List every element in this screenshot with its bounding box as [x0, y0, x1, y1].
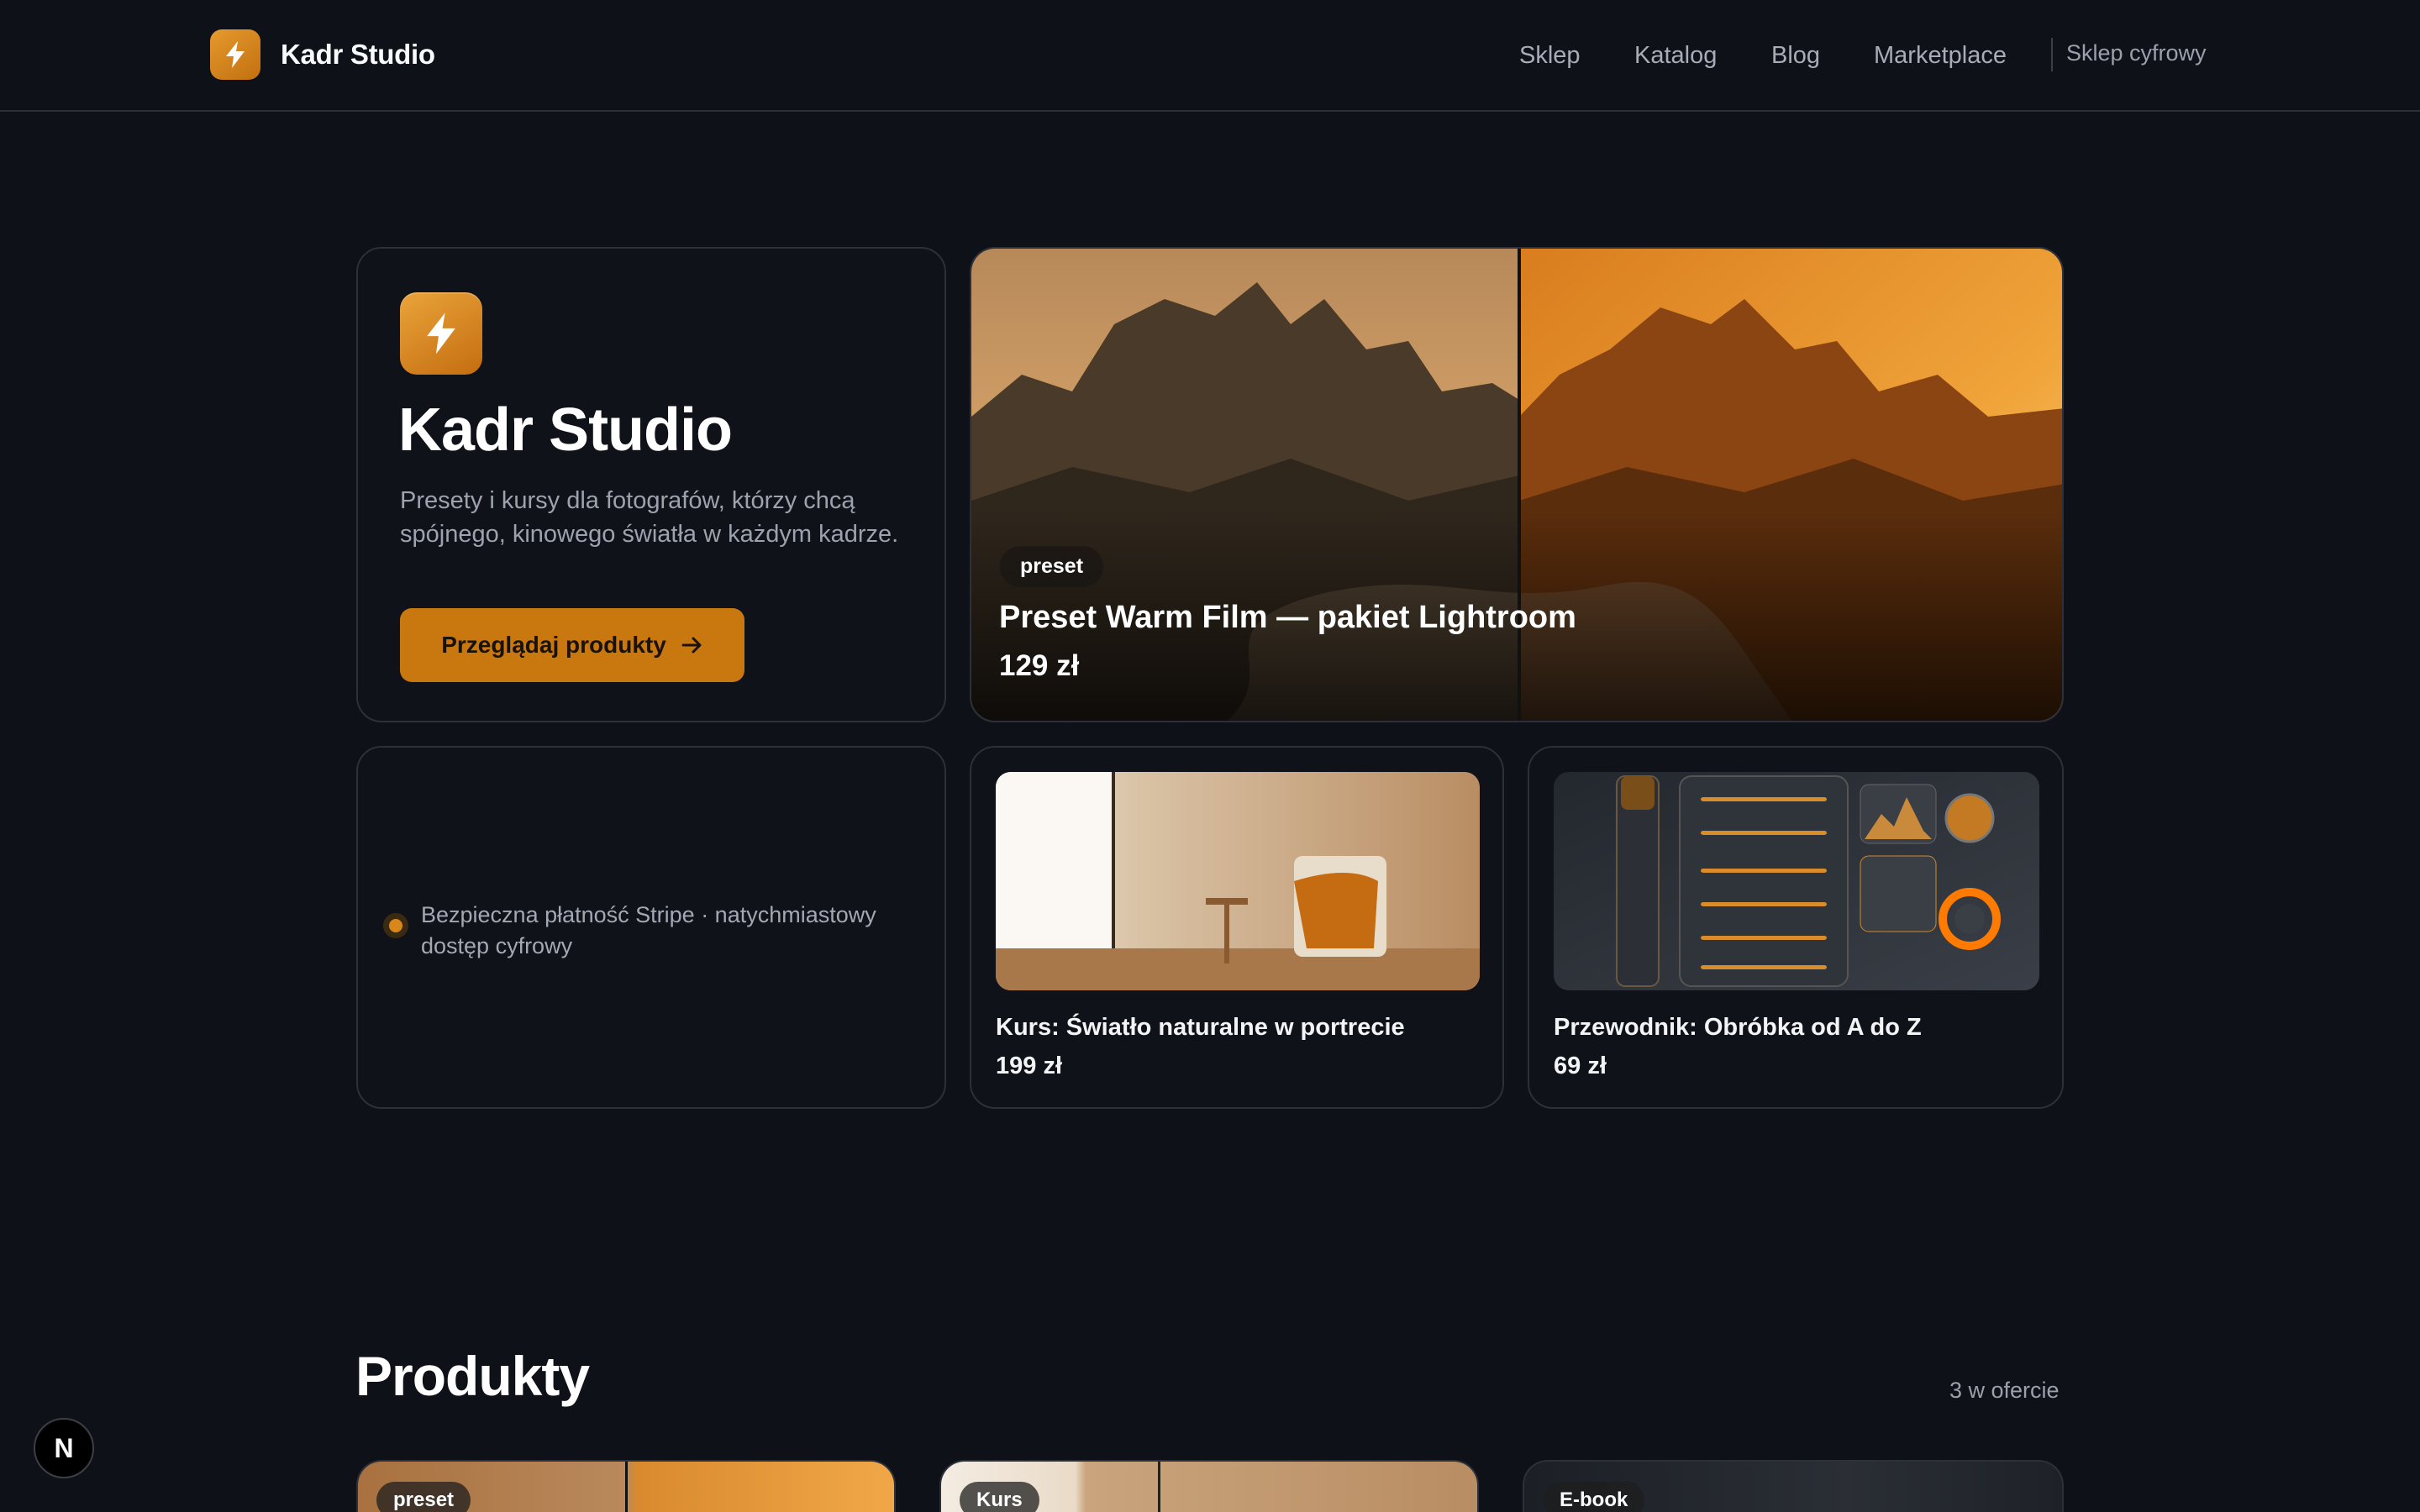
hero-product-title: Preset Warm Film — pakiet Lightroom — [999, 600, 1576, 635]
nav-divider — [2051, 38, 2053, 71]
featured-product-card[interactable]: Kurs: Światło naturalne w portrecie 199 … — [970, 746, 1504, 1109]
product-card[interactable]: preset — [356, 1460, 896, 1512]
browse-products-label: Przeglądaj produkty — [441, 632, 666, 658]
category-badge: preset — [1000, 546, 1104, 587]
intro-title: Kadr Studio — [398, 396, 733, 464]
lightning-logo-icon — [400, 292, 482, 375]
product-price: 199 zł — [996, 1053, 1062, 1079]
nav-link-sklep[interactable]: Sklep — [1519, 42, 1581, 70]
lightning-logo-icon — [210, 29, 260, 80]
products-count: 3 w ofercie — [1949, 1378, 2060, 1403]
payment-info-text: Bezpieczna płatność Stripe · natychmiast… — [421, 902, 876, 958]
category-badge: Kurs — [960, 1482, 1039, 1512]
intro-card: Kadr Studio Presety i kursy dla fotograf… — [356, 247, 946, 722]
n-logo-button[interactable]: N — [34, 1418, 94, 1478]
brand-link[interactable]: Kadr Studio — [210, 29, 435, 80]
intro-description: Presety i kursy dla fotografów, którzy c… — [400, 487, 899, 548]
split-divider — [1158, 1462, 1160, 1512]
product-title: Przewodnik: Obróbka od A do Z — [1554, 1014, 1922, 1041]
arrow-right-icon — [681, 637, 702, 654]
product-image — [996, 772, 1480, 990]
product-price: 69 zł — [1554, 1053, 1607, 1079]
hero-product-price: 129 zł — [999, 649, 1080, 682]
nav-link-blog[interactable]: Blog — [1771, 42, 1820, 70]
payment-info-card: Bezpieczna płatność Stripe · natychmiast… — [356, 746, 946, 1109]
product-image — [1554, 772, 2039, 990]
hero-product-card[interactable]: preset Preset Warm Film — pakiet Lightro… — [970, 247, 2064, 722]
product-card[interactable]: E-book — [1523, 1460, 2064, 1512]
nav-tag: Sklep cyfrowy — [2066, 40, 2207, 66]
browse-products-button[interactable]: Przeglądaj produkty — [400, 608, 744, 682]
category-badge: E-book — [1543, 1482, 1645, 1512]
nav-link-marketplace[interactable]: Marketplace — [1874, 42, 2007, 70]
products-section-title: Produkty — [355, 1345, 590, 1407]
category-badge: preset — [376, 1482, 471, 1512]
brand-name: Kadr Studio — [281, 39, 435, 70]
nav-link-katalog[interactable]: Katalog — [1634, 42, 1717, 70]
top-nav: Kadr Studio Sklep Katalog Blog Marketpla… — [0, 0, 2420, 112]
split-divider — [625, 1462, 628, 1512]
product-card[interactable]: Kurs — [939, 1460, 1479, 1512]
status-dot-icon — [383, 913, 408, 938]
hero-before-after-image — [971, 249, 2062, 721]
product-title: Kurs: Światło naturalne w portrecie — [996, 1014, 1405, 1041]
featured-product-card[interactable]: Przewodnik: Obróbka od A do Z 69 zł — [1528, 746, 2064, 1109]
